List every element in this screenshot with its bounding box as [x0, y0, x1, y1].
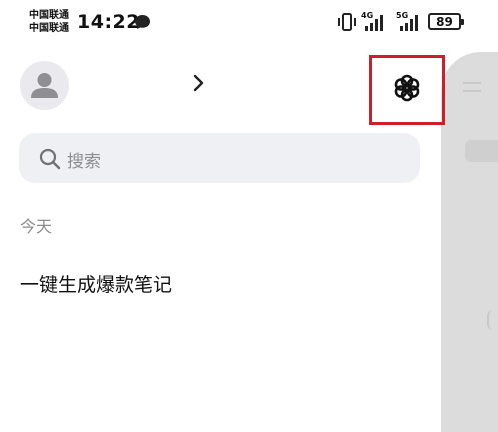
signal-icon: 4G [361, 12, 389, 36]
message-bubble-icon [134, 14, 151, 34]
background-chip [465, 140, 498, 162]
history-item[interactable]: 一键生成爆款笔记 [20, 270, 172, 297]
chevron-right-icon[interactable] [193, 73, 205, 97]
carrier-1: 中国联通 [29, 10, 69, 21]
search-icon [39, 148, 61, 174]
background-page-panel[interactable] [441, 52, 498, 432]
carrier-labels: 中国联通 中国联通 [29, 9, 69, 35]
search-input[interactable]: 搜索 [19, 133, 420, 183]
flower-settings-icon [392, 73, 422, 107]
background-menu-line [463, 90, 481, 92]
background-menu-line [463, 82, 481, 84]
search-placeholder: 搜索 [67, 152, 101, 172]
battery-indicator: 89 [428, 13, 464, 30]
signal-icon: 5G [396, 12, 424, 36]
background-stroke [487, 310, 498, 330]
network-type-1: 4G [361, 11, 374, 20]
carrier-2: 中国联通 [29, 23, 69, 34]
status-time: 14:22 [77, 11, 140, 33]
vibrate-icon [337, 12, 357, 36]
section-label-today: 今天 [20, 217, 53, 236]
user-avatar-icon[interactable] [20, 61, 69, 110]
settings-button[interactable] [369, 55, 445, 125]
network-type-2: 5G [396, 11, 409, 20]
